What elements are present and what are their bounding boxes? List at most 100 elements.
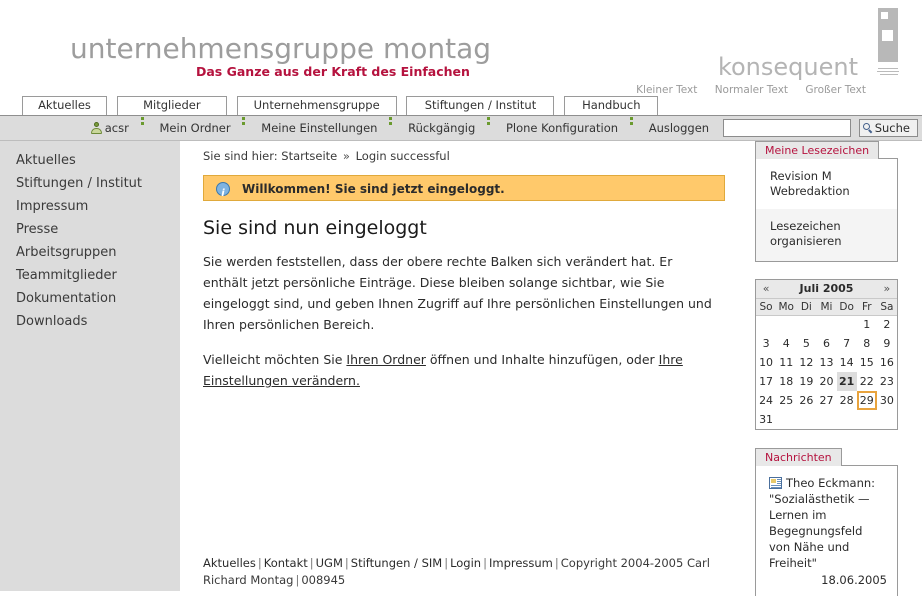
left-sidebar: Aktuelles Stiftungen / Institut Impressu… [0,141,180,591]
personal-bar: acsr Mein Ordner Meine Einstellungen Rüc… [0,116,922,141]
calendar-day-25[interactable]: 25 [776,391,796,410]
sidebar-nav: Aktuelles Stiftungen / Institut Impressu… [0,141,180,333]
text-size-large[interactable]: Großer Text [805,84,866,96]
bookmark-item[interactable]: Revision M Webredaktion [756,159,897,209]
calendar-day-10[interactable]: 10 [756,353,776,372]
calendar-day-8[interactable]: 8 [857,334,877,353]
calendar-day-22[interactable]: 22 [857,372,877,391]
calendar-day-29[interactable]: 29 [857,391,877,410]
tab-stiftungen-institut[interactable]: Stiftungen / Institut [406,96,555,115]
breadcrumb-home[interactable]: Startseite [281,149,337,163]
personalbar-rueckgaengig[interactable]: Rückgängig [408,116,475,141]
personalbar-user[interactable]: acsr [90,116,129,141]
dow-do: Do [836,298,857,316]
search-button[interactable]: Suche [858,119,918,137]
footer-link-aktuelles[interactable]: Aktuelles [203,556,256,570]
search-input[interactable] [722,119,851,137]
portlet-calendar-body: « Juli 2005 » So Mo Di Mi Do Fr Sa 12345… [755,279,898,430]
para2-text-middle: öffnen und Inhalte hinzufügen, oder [425,352,659,367]
calendar-day-2[interactable]: 2 [877,315,897,334]
tab-unternehmensgruppe[interactable]: Unternehmensgruppe [236,96,397,115]
footer-link-kontakt[interactable]: Kontakt [264,556,308,570]
calendar-day-empty [877,410,897,429]
calendar-day-7[interactable]: 7 [837,334,857,353]
footer-link-impressum[interactable]: Impressum [489,556,553,570]
calendar-day-empty [837,410,857,429]
calendar-day-11[interactable]: 11 [776,353,796,372]
calendar-day-16[interactable]: 16 [877,353,897,372]
footer: Aktuelles | Kontakt | UGM | Stiftungen / SIM | L… [203,556,710,587]
sidebar-item-dokumentation[interactable]: Dokumentation [0,287,180,310]
news-item[interactable]: Theo Eckmann: "Sozialästhetik — Lernen i… [756,466,897,596]
sidebar-item-arbeitsgruppen[interactable]: Arbeitsgruppen [0,241,180,264]
separator-dots-icon [140,116,144,129]
text-size-switcher: Kleiner Text Normaler Text Großer Text [636,84,866,96]
footer-link-stiftungen-sim[interactable]: Stiftungen / SIM [351,556,442,570]
logo-waves-icon [876,68,900,78]
logo-square-large [882,30,893,41]
calendar-day-12[interactable]: 12 [796,353,816,372]
calendar-day-4[interactable]: 4 [776,334,796,353]
portlet-bookmarks: Meine Lesezeichen Revision M Webredaktio… [755,141,898,262]
calendar-day-9[interactable]: 9 [877,334,897,353]
calendar-day-6[interactable]: 6 [816,334,836,353]
separator-dots-icon [242,116,246,129]
sidebar-item-downloads[interactable]: Downloads [0,310,180,333]
portlet-bookmarks-body: Revision M Webredaktion Lesezeichen orga… [755,158,898,262]
calendar-day-19[interactable]: 19 [796,372,816,391]
news-item-icon [769,477,782,489]
calendar-day-empty [756,315,776,334]
portlet-news-title[interactable]: Nachrichten [755,448,842,466]
breadcrumb: Sie sind hier: Startseite » Login succes… [203,149,725,163]
sidebar-item-presse[interactable]: Presse [0,218,180,241]
calendar-next-button[interactable]: » [876,280,897,299]
calendar-day-28[interactable]: 28 [837,391,857,410]
calendar-day-30[interactable]: 30 [877,391,897,410]
personalbar-plone-konfiguration[interactable]: Plone Konfiguration [506,116,618,141]
portlet-calendar: « Juli 2005 » So Mo Di Mi Do Fr Sa 12345… [755,279,898,430]
calendar-day-14[interactable]: 14 [837,353,857,372]
sidebar-item-stiftungen-institut[interactable]: Stiftungen / Institut [0,172,180,195]
calendar-weeks: 1 2 3 4 5 6 7 8 9 10 11 12 13 14 15 16 17 18 19 20 21 22 23 24 2… [756,315,897,429]
sidebar-item-teammitglieder[interactable]: Teammitglieder [0,264,180,287]
calendar-day-27[interactable]: 27 [816,391,836,410]
sidebar-item-aktuelles[interactable]: Aktuelles [0,149,180,172]
personalbar-mein-ordner[interactable]: Mein Ordner [160,116,231,141]
tab-aktuelles[interactable]: Aktuelles [22,96,107,115]
calendar-day-5[interactable]: 5 [796,334,816,353]
footer-link-login[interactable]: Login [450,556,481,570]
bookmarks-organize-link[interactable]: Lesezeichen organisieren [756,209,897,261]
calendar-day-18[interactable]: 18 [776,372,796,391]
calendar-day-20[interactable]: 20 [816,372,836,391]
calendar-day-23[interactable]: 23 [877,372,897,391]
calendar-day-17[interactable]: 17 [756,372,776,391]
tab-mitglieder[interactable]: Mitglieder [116,96,227,115]
calendar-day-15[interactable]: 15 [857,353,877,372]
text-size-normal[interactable]: Normaler Text [715,84,788,96]
portlet-bookmarks-title[interactable]: Meine Lesezeichen [755,141,880,159]
calendar-day-13[interactable]: 13 [816,353,836,372]
calendar-week-row: 31 [756,410,897,429]
sidebar-item-impressum[interactable]: Impressum [0,195,180,218]
calendar-day-3[interactable]: 3 [756,334,776,353]
calendar-day-empty [776,315,796,334]
calendar-day-1[interactable]: 1 [857,315,877,334]
calendar-day-empty [776,410,796,429]
tab-handbuch[interactable]: Handbuch [564,96,659,115]
personalbar-ausloggen[interactable]: Ausloggen [649,116,709,141]
text-size-small[interactable]: Kleiner Text [636,84,697,96]
calendar-prev-button[interactable]: « [756,280,777,299]
calendar-day-21[interactable]: 21 [836,372,857,391]
link-ihren-ordner[interactable]: Ihren Ordner [346,352,426,367]
footer-link-ugm[interactable]: UGM [316,556,343,570]
calendar-week-row: 10 11 12 13 14 15 16 [756,353,897,372]
right-sidebar: Meine Lesezeichen Revision M Webredaktio… [755,141,898,596]
calendar-day-26[interactable]: 26 [796,391,816,410]
calendar-table: « Juli 2005 » So Mo Di Mi Do Fr Sa 12345… [756,280,897,429]
calendar-day-24[interactable]: 24 [756,391,776,410]
calendar-day-31[interactable]: 31 [756,410,776,429]
news-author-line: Theo Eckmann: [769,475,887,491]
personalbar-meine-einstellungen[interactable]: Meine Einstellungen [261,116,377,141]
portlet-news-body: Theo Eckmann: "Sozialästhetik — Lernen i… [755,465,898,596]
search-form: Suche [722,119,918,137]
